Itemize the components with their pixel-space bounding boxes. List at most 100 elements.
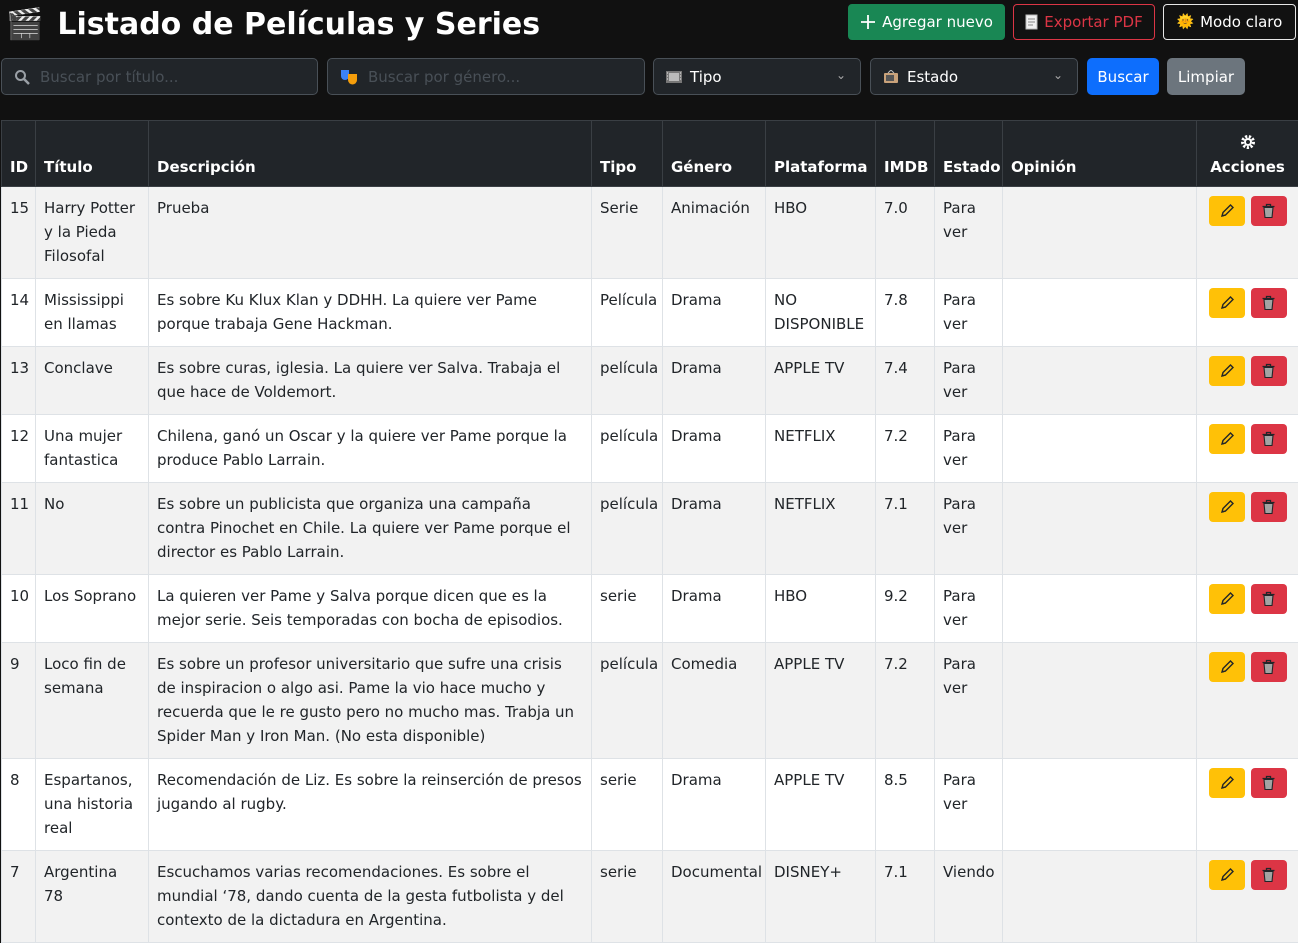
trash-icon	[1261, 499, 1276, 515]
edit-button[interactable]	[1209, 860, 1245, 890]
cell-tipo: serie	[592, 575, 663, 643]
cell-acciones	[1197, 279, 1298, 347]
delete-button[interactable]	[1251, 492, 1287, 522]
delete-button[interactable]	[1251, 288, 1287, 318]
table-row: 7Argentina 78Escuchamos varias recomenda…	[2, 851, 1298, 943]
cell-imdb: 7.0	[876, 187, 935, 279]
chevron-down-icon: ⌄	[1053, 68, 1063, 82]
cell-tipo: película	[592, 347, 663, 415]
cell-genero: Drama	[663, 347, 766, 415]
cell-imdb: 7.4	[876, 347, 935, 415]
cell-tipo: película	[592, 483, 663, 575]
light-mode-label: Modo claro	[1200, 13, 1282, 31]
table-row: 12Una mujer fantasticaChilena, ganó un O…	[2, 415, 1298, 483]
column-header-plataforma[interactable]: Plataforma	[766, 121, 876, 187]
cell-plataforma: NO DISPONIBLE	[766, 279, 876, 347]
cell-titulo: Mississippi en llamas	[36, 279, 149, 347]
table-row: 13ConclaveEs sobre curas, iglesia. La qu…	[2, 347, 1298, 415]
pencil-icon	[1219, 659, 1235, 675]
cell-acciones	[1197, 483, 1298, 575]
edit-button[interactable]	[1209, 768, 1245, 798]
cell-estado: Para ver	[935, 347, 1003, 415]
export-pdf-button[interactable]: Exportar PDF	[1013, 4, 1155, 40]
column-header-genero[interactable]: Género	[663, 121, 766, 187]
cell-id: 13	[2, 347, 36, 415]
table-row: 14Mississippi en llamasEs sobre Ku Klux …	[2, 279, 1298, 347]
cell-genero: Drama	[663, 759, 766, 851]
table-row: 11NoEs sobre un publicista que organiza …	[2, 483, 1298, 575]
cell-genero: Documental	[663, 851, 766, 943]
delete-button[interactable]	[1251, 424, 1287, 454]
cell-genero: Drama	[663, 575, 766, 643]
edit-button[interactable]	[1209, 424, 1245, 454]
edit-button[interactable]	[1209, 584, 1245, 614]
light-mode-button[interactable]: 🌞 Modo claro	[1163, 4, 1296, 40]
cell-imdb: 7.2	[876, 643, 935, 759]
delete-button[interactable]	[1251, 196, 1287, 226]
cell-titulo: Los Soprano	[36, 575, 149, 643]
delete-button[interactable]	[1251, 652, 1287, 682]
estado-select[interactable]: Estado ⌄	[870, 58, 1078, 95]
add-new-button[interactable]: Agregar nuevo	[848, 4, 1005, 40]
table-header-row: ID Título Descripción Tipo Género Plataf…	[2, 121, 1298, 187]
cell-descripcion: Es sobre un profesor universitario que s…	[149, 643, 592, 759]
delete-button[interactable]	[1251, 356, 1287, 386]
edit-button[interactable]	[1209, 492, 1245, 522]
filter-bar: Tipo ⌄ Estado ⌄ Buscar Limpiar	[0, 50, 1298, 120]
cell-titulo: Una mujer fantastica	[36, 415, 149, 483]
cell-titulo: Harry Potter y la Pieda Filosofal	[36, 187, 149, 279]
trash-icon	[1261, 363, 1276, 379]
cell-titulo: Conclave	[36, 347, 149, 415]
column-header-id[interactable]: ID	[2, 121, 36, 187]
document-icon	[1025, 14, 1038, 30]
cell-plataforma: APPLE TV	[766, 643, 876, 759]
cell-opinion	[1003, 415, 1197, 483]
cell-titulo: Argentina 78	[36, 851, 149, 943]
cell-id: 7	[2, 851, 36, 943]
acciones-label: Acciones	[1205, 158, 1290, 176]
cell-descripcion: Prueba	[149, 187, 592, 279]
column-header-opinion[interactable]: Opinión	[1003, 121, 1197, 187]
trash-icon	[1261, 867, 1276, 883]
title-search-input[interactable]	[38, 67, 317, 87]
cell-id: 10	[2, 575, 36, 643]
edit-button[interactable]	[1209, 288, 1245, 318]
clear-button[interactable]: Limpiar	[1167, 58, 1245, 95]
cell-acciones	[1197, 851, 1298, 943]
pencil-icon	[1219, 775, 1235, 791]
plus-icon	[860, 14, 876, 30]
cell-id: 12	[2, 415, 36, 483]
search-button[interactable]: Buscar	[1087, 58, 1159, 95]
edit-button[interactable]	[1209, 652, 1245, 682]
pencil-icon	[1219, 295, 1235, 311]
cell-acciones	[1197, 347, 1298, 415]
cell-id: 9	[2, 643, 36, 759]
edit-button[interactable]	[1209, 196, 1245, 226]
column-header-tipo[interactable]: Tipo	[592, 121, 663, 187]
delete-button[interactable]	[1251, 584, 1287, 614]
genre-search-input[interactable]	[366, 67, 644, 87]
cell-imdb: 7.2	[876, 415, 935, 483]
table-row: 10Los SopranoLa quieren ver Pame y Salva…	[2, 575, 1298, 643]
column-header-estado[interactable]: Estado	[935, 121, 1003, 187]
table-row: 15Harry Potter y la Pieda FilosofalPrueb…	[2, 187, 1298, 279]
column-header-descripcion[interactable]: Descripción	[149, 121, 592, 187]
tipo-select[interactable]: Tipo ⌄	[653, 58, 861, 95]
column-header-titulo[interactable]: Título	[36, 121, 149, 187]
cell-opinion	[1003, 851, 1197, 943]
cell-titulo: No	[36, 483, 149, 575]
cell-descripcion: Es sobre curas, iglesia. La quiere ver S…	[149, 347, 592, 415]
cell-genero: Comedia	[663, 643, 766, 759]
cell-id: 8	[2, 759, 36, 851]
cell-genero: Drama	[663, 279, 766, 347]
genre-search-field[interactable]	[327, 58, 645, 95]
edit-button[interactable]	[1209, 356, 1245, 386]
title-search-field[interactable]	[1, 58, 318, 95]
cell-genero: Drama	[663, 483, 766, 575]
column-header-imdb[interactable]: IMDB	[876, 121, 935, 187]
cell-acciones	[1197, 759, 1298, 851]
sun-icon: 🌞	[1177, 14, 1194, 30]
cell-id: 15	[2, 187, 36, 279]
delete-button[interactable]	[1251, 860, 1287, 890]
delete-button[interactable]	[1251, 768, 1287, 798]
